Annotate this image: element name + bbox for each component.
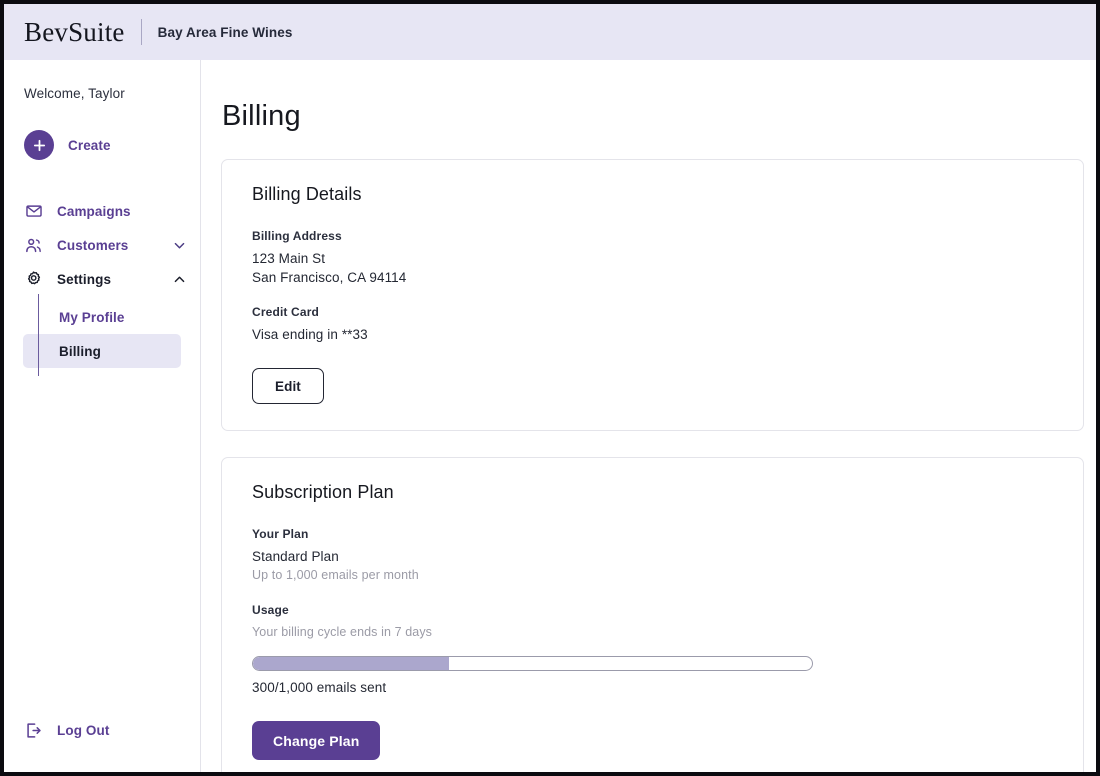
- usage-label: Usage: [252, 603, 289, 617]
- sidebar-item-my-profile[interactable]: My Profile: [23, 300, 181, 334]
- field-spacer: [252, 585, 1053, 603]
- sidebar-item-customers[interactable]: Customers: [4, 228, 200, 262]
- sidebar-settings-submenu: My Profile Billing: [4, 294, 200, 376]
- billing-address-label: Billing Address: [252, 229, 342, 243]
- plus-icon: [24, 130, 54, 160]
- sidebar-item-campaigns-label: Campaigns: [57, 203, 131, 219]
- billing-details-card: Billing Details Billing Address 123 Main…: [221, 159, 1084, 431]
- edit-billing-button[interactable]: Edit: [252, 368, 324, 404]
- create-button-label: Create: [68, 137, 111, 153]
- logout-button[interactable]: Log Out: [4, 713, 200, 747]
- subscription-plan-title: Subscription Plan: [252, 482, 394, 502]
- sidebar-item-campaigns[interactable]: Campaigns: [4, 194, 200, 228]
- account-name: Bay Area Fine Wines: [157, 24, 293, 40]
- chevron-down-icon[interactable]: [173, 239, 186, 252]
- envelope-icon: [24, 202, 43, 221]
- sidebar-nav: Campaigns Customers Settings My Profile …: [4, 194, 200, 376]
- sidebar-item-settings-label: Settings: [57, 271, 112, 287]
- credit-card-value: Visa ending in **33: [252, 327, 368, 342]
- usage-caption: 300/1,000 emails sent: [252, 680, 387, 695]
- logout-icon: [24, 721, 43, 740]
- sidebar-item-my-profile-label: My Profile: [59, 309, 125, 325]
- users-icon: [24, 236, 43, 255]
- usage-progress-bar: [252, 656, 813, 671]
- field-spacer: [252, 287, 1053, 305]
- sidebar-item-customers-label: Customers: [57, 237, 129, 253]
- welcome-message: Welcome, Taylor: [24, 86, 125, 101]
- create-button[interactable]: Create: [4, 130, 200, 160]
- credit-card-label: Credit Card: [252, 305, 319, 319]
- brand-logo[interactable]: BevSuite: [24, 18, 125, 46]
- sidebar-item-settings[interactable]: Settings: [4, 262, 200, 296]
- page-title: Billing: [222, 100, 301, 132]
- usage-progress-fill: [253, 657, 449, 670]
- sidebar-item-billing-label: Billing: [59, 343, 101, 359]
- change-plan-button[interactable]: Change Plan: [252, 721, 381, 760]
- billing-cycle-note: Your billing cycle ends in 7 days: [252, 625, 433, 639]
- top-header-bar: BevSuite Bay Area Fine Wines: [4, 4, 1096, 60]
- sidebar: Welcome, Taylor Create Campaigns Custome…: [4, 60, 201, 772]
- your-plan-label: Your Plan: [252, 527, 309, 541]
- logout-button-label: Log Out: [57, 722, 110, 738]
- billing-details-title: Billing Details: [252, 184, 362, 204]
- main-content: Billing Billing Details Billing Address …: [201, 60, 1096, 772]
- sidebar-item-billing[interactable]: Billing: [23, 334, 181, 368]
- subscription-plan-card: Subscription Plan Your Plan Standard Pla…: [221, 457, 1084, 772]
- page-shell: Welcome, Taylor Create Campaigns Custome…: [4, 60, 1096, 772]
- app-window: BevSuite Bay Area Fine Wines Welcome, Ta…: [0, 0, 1100, 776]
- footer: Copyright © BevSuite Inc. 2023: [4, 772, 1096, 776]
- billing-address-line-2: San Francisco, CA 94114: [252, 270, 407, 285]
- brand-divider: [140, 19, 142, 45]
- plan-description: Up to 1,000 emails per month: [252, 568, 419, 582]
- gear-icon: [24, 270, 43, 289]
- chevron-up-icon[interactable]: [173, 273, 186, 286]
- billing-address-line-1: 123 Main St: [252, 251, 326, 266]
- plan-name: Standard Plan: [252, 549, 339, 564]
